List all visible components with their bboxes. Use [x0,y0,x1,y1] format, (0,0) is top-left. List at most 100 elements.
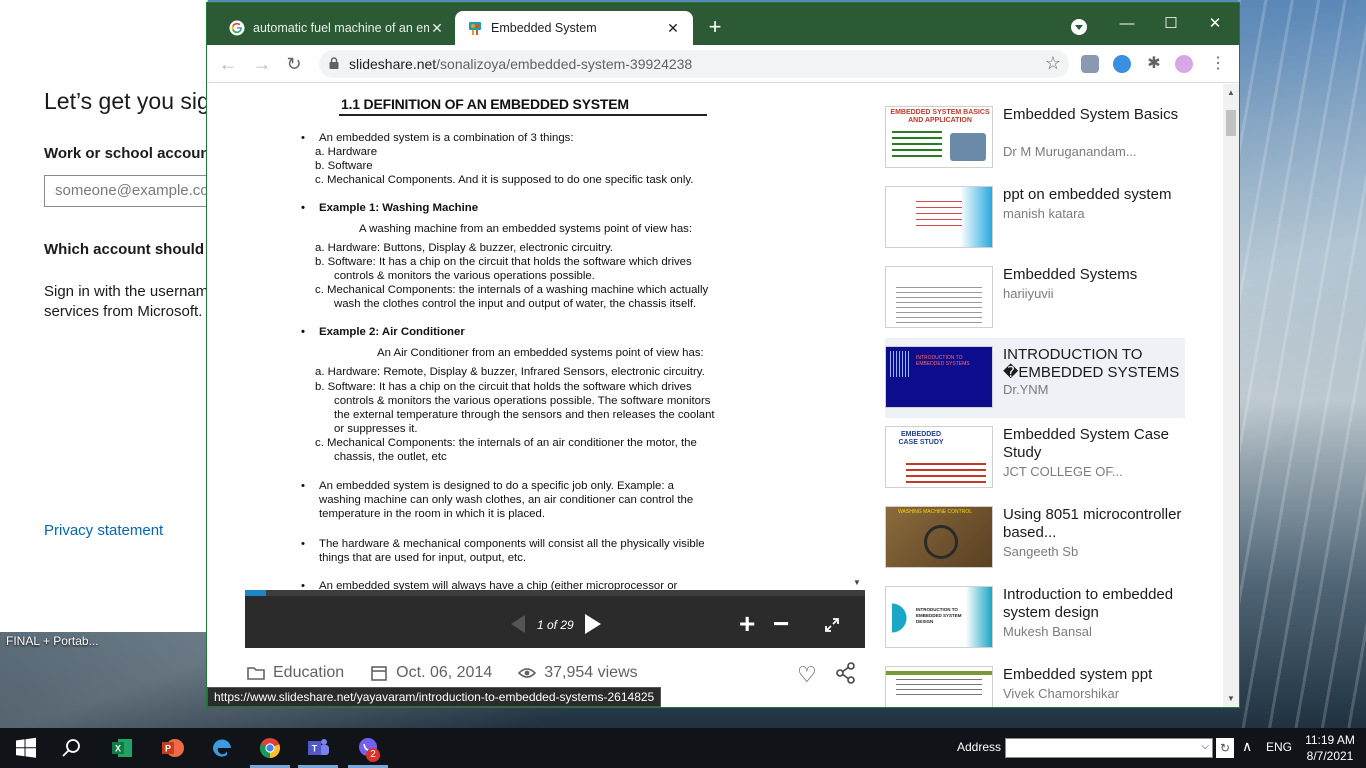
related-item[interactable]: Embedded system ppt Vivek Chamorshikar [885,664,1185,707]
minimize-button[interactable]: — [1105,9,1149,37]
privacy-statement-link[interactable]: Privacy statement [44,522,163,539]
doc-line: The hardware & mechanical components wil… [301,538,705,550]
slide-viewer-controls: 1 of 29 + − [245,590,865,648]
tab-search-icon[interactable] [1071,19,1087,35]
chevron-down-icon[interactable]: ⌵ [1201,741,1209,752]
related-item[interactable]: ppt on embedded system manish katara [885,184,1185,262]
profile-avatar[interactable] [1175,55,1193,73]
edge-icon[interactable] [210,736,234,760]
address-toolbar-label: Address [957,740,1002,754]
page-scrollbar[interactable]: ▲ ▼ [1223,84,1239,707]
category-link[interactable]: Education [273,664,344,682]
teams-icon[interactable]: T [306,736,330,760]
work-account-label: Work or school account [44,145,208,162]
like-heart-icon[interactable]: ♡ [797,662,817,688]
related-thumbnail: EMBEDDED CASE STUDY [885,426,993,488]
menu-kebab-icon[interactable]: ⋮ [1209,55,1227,73]
svg-text:X: X [115,744,121,754]
tab-google-search[interactable]: automatic fuel machine of an em ✕ [217,11,457,45]
related-item[interactable]: EMBEDDED SYSTEM BASICS AND APPLICATION E… [885,104,1185,182]
related-thumbnail: WASHING MACHINE CONTROL [885,506,993,568]
previous-page-button[interactable] [511,615,525,633]
document-page: 1.1 DEFINITION OF AN EMBEDDED SYSTEM An … [245,84,865,590]
related-author: hariiyuvii [1003,286,1054,301]
forward-icon[interactable]: → [251,53,273,75]
related-item[interactable]: Embedded Systems hariiyuvii [885,264,1185,342]
back-icon[interactable]: ← [217,53,239,75]
related-thumbnail [885,186,993,248]
related-item[interactable]: INTRODUCTION TO EMBEDDED SYSTEMS INTRODU… [885,338,1185,418]
search-icon[interactable] [60,736,84,760]
related-thumbnail [885,266,993,328]
signin-heading: Let’s get you sig [44,88,208,114]
scroll-up-arrow-icon[interactable]: ▲ [1227,88,1235,97]
address-bar[interactable]: slideshare.net/sonalizoya/embedded-syste… [319,50,1069,78]
document-scrollbar[interactable]: ▼ [849,84,865,590]
thumbnail-text-lines [896,679,982,699]
doc-line: b. Software: It has a chip on the circui… [315,381,692,393]
eye-icon [518,668,537,678]
close-window-button[interactable]: ✕ [1193,9,1237,37]
bookmark-star-icon[interactable]: ☆ [1045,53,1061,74]
url-path: /sonalizoya/embedded-system-39924238 [436,56,693,72]
extension-blue-icon[interactable] [1113,55,1131,73]
extensions-puzzle-icon[interactable]: ✱ [1145,55,1163,73]
desktop-file-label[interactable]: FINAL + Portab... [6,634,99,648]
new-tab-button[interactable]: + [703,15,727,39]
svg-text:P: P [165,744,171,754]
page-indicator: 1 of 29 [537,618,574,632]
input-language[interactable]: ENG [1266,740,1292,754]
fullscreen-icon[interactable] [825,618,839,632]
email-field[interactable]: someone@example.co [44,175,207,207]
clock[interactable]: 11:19 AM 8/7/2021 [1300,732,1360,764]
signin-description: Sign in with the usernam services from M… [44,282,208,322]
doc-line: An embedded system is designed to do a s… [301,480,674,492]
powerpoint-icon[interactable]: P [160,736,184,760]
which-account-label: Which account should I [44,241,208,258]
show-hidden-icons-icon[interactable]: ∧ [1242,738,1252,755]
related-item[interactable]: EMBEDDED CASE STUDY Embedded System Case… [885,424,1185,502]
extension-photo-icon[interactable] [1081,55,1099,73]
related-title: Using 8051 microcontroller based... [1003,506,1182,541]
related-title: Embedded System Case Study [1003,426,1169,461]
refresh-go-icon[interactable]: ↻ [1216,738,1234,758]
address-toolbar-input[interactable]: ⌵ [1005,738,1213,758]
share-icon[interactable] [835,662,857,684]
zoom-out-button[interactable]: − [773,610,789,638]
calendar-icon [371,666,387,681]
browser-window: automatic fuel machine of an em ✕ Embedd… [206,2,1240,708]
thumbnail-text-lines [906,463,986,485]
scroll-down-arrow-icon[interactable]: ▼ [853,578,861,587]
doc-line: temperature in the room in which it is p… [319,508,546,520]
thumbnail-text-lines [896,287,982,327]
windows-start-icon[interactable] [14,736,38,760]
signin-description-line1: Sign in with the usernam [44,283,208,300]
doc-line: chassis, the outlet, etc [334,451,447,463]
scroll-down-arrow-icon[interactable]: ▼ [1227,694,1235,703]
thumbnail-text: INTRODUCTION TO EMBEDDED SYSTEMS [916,355,970,367]
related-author: manish katara [1003,206,1085,221]
view-count: 37,954 views [544,664,638,681]
close-icon[interactable]: ✕ [665,20,681,37]
maximize-button[interactable]: ☐ [1149,9,1193,37]
thumbnail-text: EMBEDDED SYSTEM BASICS AND APPLICATION [890,109,990,124]
tab-embedded-system[interactable]: Embedded System ✕ [455,11,693,45]
related-item[interactable]: WASHING MACHINE CONTROL Using 8051 micro… [885,504,1185,582]
signin-description-line2: services from Microsoft. [44,303,203,320]
zoom-in-button[interactable]: + [739,610,755,638]
excel-icon[interactable]: X [110,736,134,760]
tab-title: Embedded System [491,21,597,35]
related-item[interactable]: INTRODUCTION TO EMBEDDED SYSTEM DESIGN I… [885,584,1185,662]
slideshare-icon [469,22,481,35]
related-author: Sangeeth Sb [1003,544,1079,559]
chrome-icon[interactable] [258,736,282,760]
viewer-progress-bar[interactable] [245,590,865,596]
scrollbar-thumb[interactable] [1226,110,1236,136]
reload-icon[interactable]: ↻ [283,53,305,75]
next-page-button[interactable] [585,614,601,634]
close-icon[interactable]: ✕ [429,20,445,37]
doc-line: things that are used for input, output, … [319,552,527,564]
thumbnail-banner [886,671,992,675]
doc-line: b. Software: It has a chip on the circui… [315,256,692,268]
doc-line: c. Mechanical Components: the internals … [315,437,697,449]
